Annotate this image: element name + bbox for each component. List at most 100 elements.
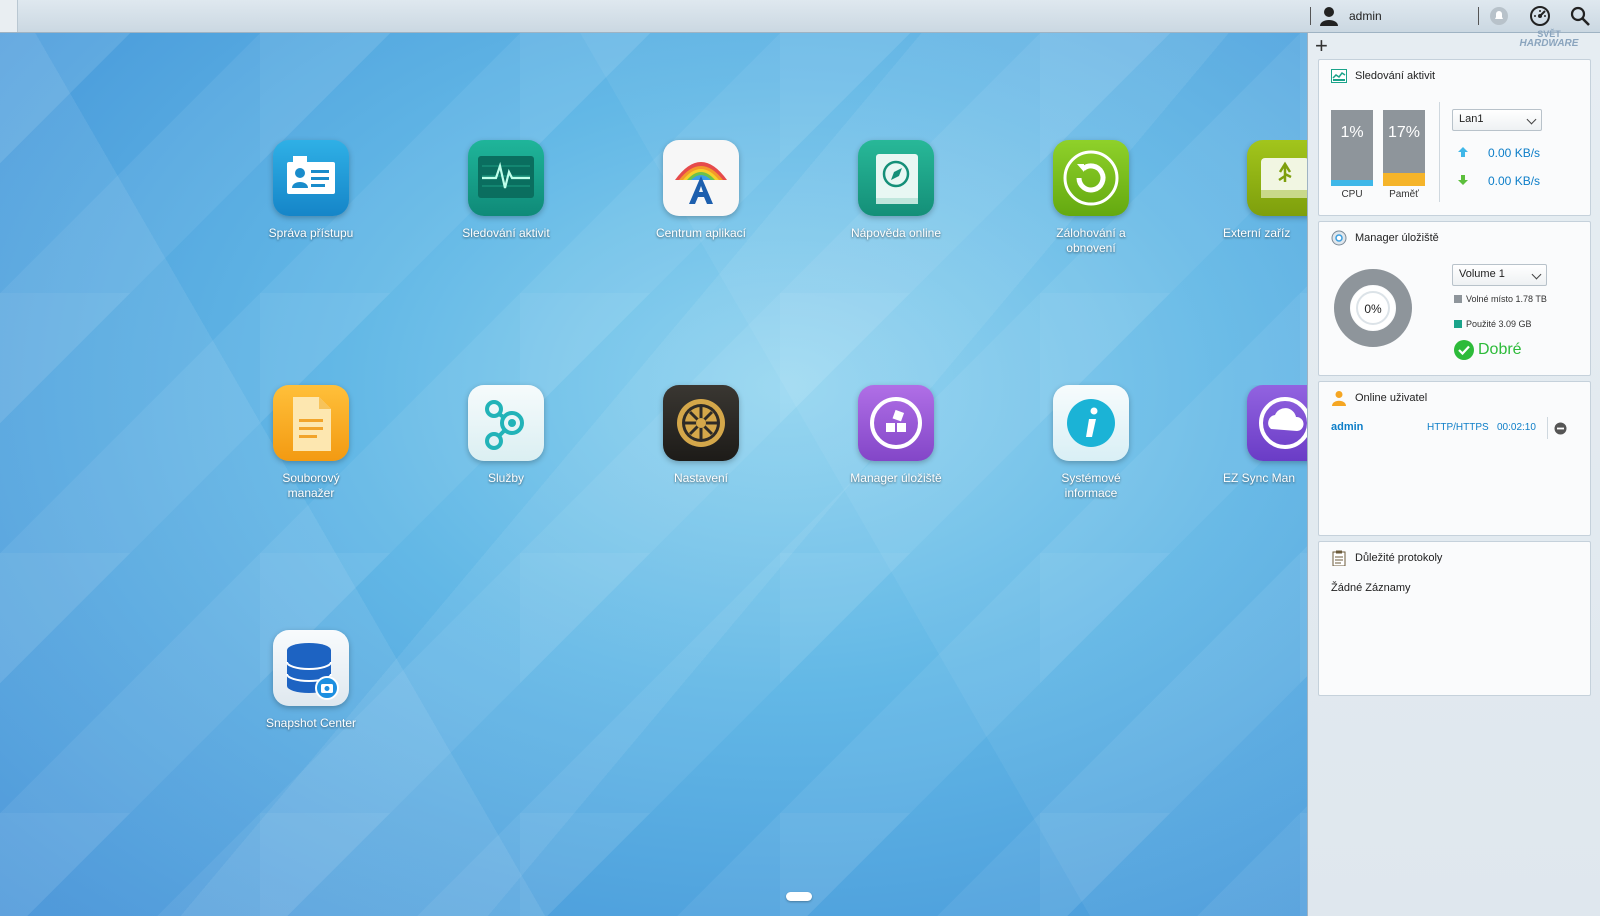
widget-title: Online uživatel	[1355, 392, 1428, 404]
app-label: Manager úložiště	[850, 471, 942, 485]
app-file-manager[interactable]: Souborový manažer	[236, 385, 386, 501]
app-activity-monitor[interactable]: Sledování aktivit	[431, 140, 581, 241]
memory-percent: 17%	[1387, 124, 1421, 141]
memory-bar: 17%	[1383, 110, 1425, 186]
services-icon	[468, 385, 544, 461]
memory-bar-fill	[1383, 173, 1425, 186]
system-info-icon	[1053, 385, 1129, 461]
app-backup-restore[interactable]: Zálohování a obnovení	[1016, 140, 1166, 256]
widget-title: Manager úložiště	[1355, 232, 1439, 244]
username: admin	[1349, 9, 1382, 23]
divider	[1310, 7, 1311, 25]
free-space-text: Volné místo 1.78 TB	[1466, 294, 1547, 304]
top-bar: admin	[0, 0, 1600, 33]
storage-used-percent: 0%	[1364, 302, 1382, 316]
upload-arrow-icon	[1458, 147, 1468, 157]
app-label: Zálohování a obnovení	[1056, 226, 1126, 255]
help-book-icon	[858, 140, 934, 216]
volume-select[interactable]: Volume 1	[1452, 264, 1547, 286]
cpu-percent: 1%	[1340, 124, 1364, 141]
app-services[interactable]: Služby	[431, 385, 581, 486]
user-menu[interactable]: admin	[1318, 5, 1382, 27]
app-label: Externí zaříz	[1223, 226, 1291, 240]
storage-manager-icon	[858, 385, 934, 461]
divider	[1547, 417, 1548, 439]
chevron-down-icon	[1531, 269, 1542, 280]
watermark-logo: SVĚT HARDWARE	[1514, 29, 1584, 53]
user-icon	[1320, 7, 1338, 26]
taskbar-start[interactable]	[0, 0, 18, 32]
file-manager-icon	[273, 385, 349, 461]
widget-header: Důležité protokoly	[1319, 542, 1590, 574]
divider	[1439, 102, 1440, 202]
app-label: Snapshot Center	[265, 716, 357, 730]
chevron-down-icon	[1526, 114, 1537, 125]
user-row: admin HTTP/HTTPS 00:02:10	[1319, 416, 1590, 442]
dashboard-icon[interactable]	[1529, 5, 1551, 27]
ez-sync-icon	[1247, 385, 1307, 461]
app-label: Systémové informace	[1061, 471, 1121, 500]
cpu-bar-fill	[1331, 179, 1373, 186]
desktop: Správa přístupu Sledování aktivit Centru…	[0, 33, 1307, 916]
app-app-center[interactable]: Centrum aplikací	[626, 140, 776, 241]
app-settings[interactable]: Nastavení	[626, 385, 776, 486]
app-external-devices[interactable]: Externí zaříz	[1211, 140, 1307, 241]
backup-restore-icon	[1053, 140, 1129, 216]
snapshot-database-icon	[273, 630, 349, 706]
used-space-legend: Použité 3.09 GB	[1454, 319, 1532, 329]
volume-value: Volume 1	[1459, 268, 1505, 280]
widget-header: Sledování aktivit	[1319, 60, 1590, 92]
app-online-help[interactable]: Nápověda online	[821, 140, 971, 241]
page-indicator[interactable]	[786, 892, 812, 901]
app-snapshot-center[interactable]: Snapshot Center	[236, 630, 386, 731]
memory-label: Paměť	[1389, 189, 1419, 200]
cpu-bar: 1%	[1331, 110, 1373, 186]
app-ez-sync[interactable]: EZ Sync Man	[1211, 385, 1307, 486]
free-space-legend: Volné místo 1.78 TB	[1454, 294, 1547, 304]
app-label: Centrum aplikací	[655, 226, 747, 240]
app-access-management[interactable]: Správa přístupu	[236, 140, 386, 241]
app-system-info[interactable]: Systémové informace	[1016, 385, 1166, 501]
app-label: Nápověda online	[850, 226, 942, 240]
divider	[1478, 7, 1479, 25]
app-center-icon	[663, 140, 739, 216]
access-card-icon	[273, 140, 349, 216]
check-circle-icon	[1454, 340, 1474, 360]
notification-icon[interactable]	[1488, 5, 1510, 27]
user-icon	[1332, 391, 1346, 406]
user-name: admin	[1331, 421, 1364, 433]
free-swatch	[1454, 295, 1462, 303]
disconnect-user-icon[interactable]	[1554, 422, 1567, 435]
storage-disk-icon	[1331, 230, 1347, 246]
activity-monitor-icon	[468, 140, 544, 216]
external-device-icon	[1247, 140, 1307, 216]
logs-empty-text: Žádné Záznamy	[1331, 582, 1411, 594]
download-speed: 0.00 KB/s	[1488, 174, 1541, 188]
app-label: Souborový manažer	[282, 471, 340, 500]
storage-status: Dobré	[1454, 340, 1522, 360]
activity-widget: Sledování aktivit 1% CPU 17% Paměť Lan1 …	[1318, 59, 1591, 216]
search-icon[interactable]	[1569, 5, 1591, 27]
status-text: Dobré	[1478, 341, 1522, 358]
app-label: EZ Sync Man	[1223, 471, 1296, 485]
activity-chart-icon	[1331, 69, 1347, 83]
settings-gear-icon	[663, 385, 739, 461]
app-label: Nastavení	[673, 471, 729, 485]
app-label: Správa přístupu	[268, 226, 354, 240]
widget-title: Sledování aktivit	[1355, 70, 1436, 82]
online-users-widget: Online uživatel admin HTTP/HTTPS 00:02:1…	[1318, 381, 1591, 536]
upload-speed: 0.00 KB/s	[1488, 146, 1541, 160]
app-storage-manager[interactable]: Manager úložiště	[821, 385, 971, 486]
widget-header: Manager úložiště	[1319, 222, 1590, 254]
widget-panel: + SVĚT HARDWARE Sledování aktivit 1% CPU…	[1307, 29, 1600, 916]
user-protocol: HTTP/HTTPS	[1427, 422, 1489, 433]
watermark-line2: HARDWARE	[1519, 38, 1579, 49]
interface-value: Lan1	[1459, 113, 1484, 125]
interface-select[interactable]: Lan1	[1452, 109, 1542, 131]
used-space-text: Použité 3.09 GB	[1466, 319, 1532, 329]
clipboard-icon	[1332, 550, 1346, 566]
used-swatch	[1454, 320, 1462, 328]
download-arrow-icon	[1458, 175, 1468, 185]
add-widget-button[interactable]: +	[1315, 35, 1328, 57]
cpu-label: CPU	[1341, 189, 1363, 200]
